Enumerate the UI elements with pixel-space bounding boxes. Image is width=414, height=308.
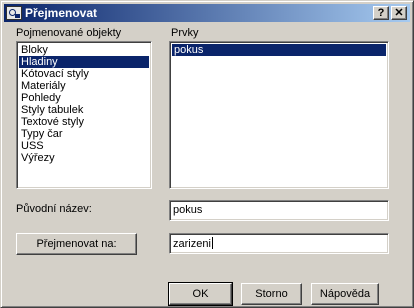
title-bar: Přejmenovat ? ✕ [4,4,410,22]
close-icon[interactable]: ✕ [391,6,407,20]
old-name-value: pokus [173,204,203,216]
items-list[interactable]: pokus [169,41,389,189]
named-objects-list[interactable]: Bloky Hladiny Kótovací styly Materiály Pohle… [16,41,152,189]
old-name-field: pokus [169,200,389,221]
object-list-item[interactable]: Typy čar [19,128,149,140]
window-title: Přejmenovat [25,6,98,20]
object-list-item[interactable]: Styly tabulek [19,104,149,116]
object-list-item[interactable]: USS [19,140,149,152]
object-list-item[interactable]: Výřezy [19,152,149,164]
help-icon[interactable]: ? [373,6,389,20]
object-list-item[interactable]: Kótovací styly [19,68,149,80]
rename-dialog: Přejmenovat ? ✕ Pojmenované objekty Blok… [0,0,414,308]
object-list-item[interactable]: Hladiny [19,56,149,68]
object-list-item[interactable]: Materiály [19,80,149,92]
items-label: Prvky [171,27,199,39]
text-caret [211,237,213,249]
item-list-item[interactable]: pokus [172,44,386,56]
object-list-item[interactable]: Pohledy [19,92,149,104]
help-button[interactable]: Nápověda [311,283,379,305]
object-list-item[interactable]: Bloky [19,44,149,56]
new-name-value: zarizeni [173,238,211,250]
new-name-input[interactable]: zarizeni [169,233,389,254]
rename-to-button[interactable]: Přejmenovat na: [16,233,137,255]
old-name-label: Původní název: [16,203,92,215]
object-list-item[interactable]: Textové styly [19,116,149,128]
app-icon [6,6,22,20]
cancel-button[interactable]: Storno [241,283,302,305]
new-name-text-wrap: zarizeni [173,237,213,250]
named-objects-label: Pojmenované objekty [16,27,122,39]
ok-button[interactable]: OK [168,282,233,306]
